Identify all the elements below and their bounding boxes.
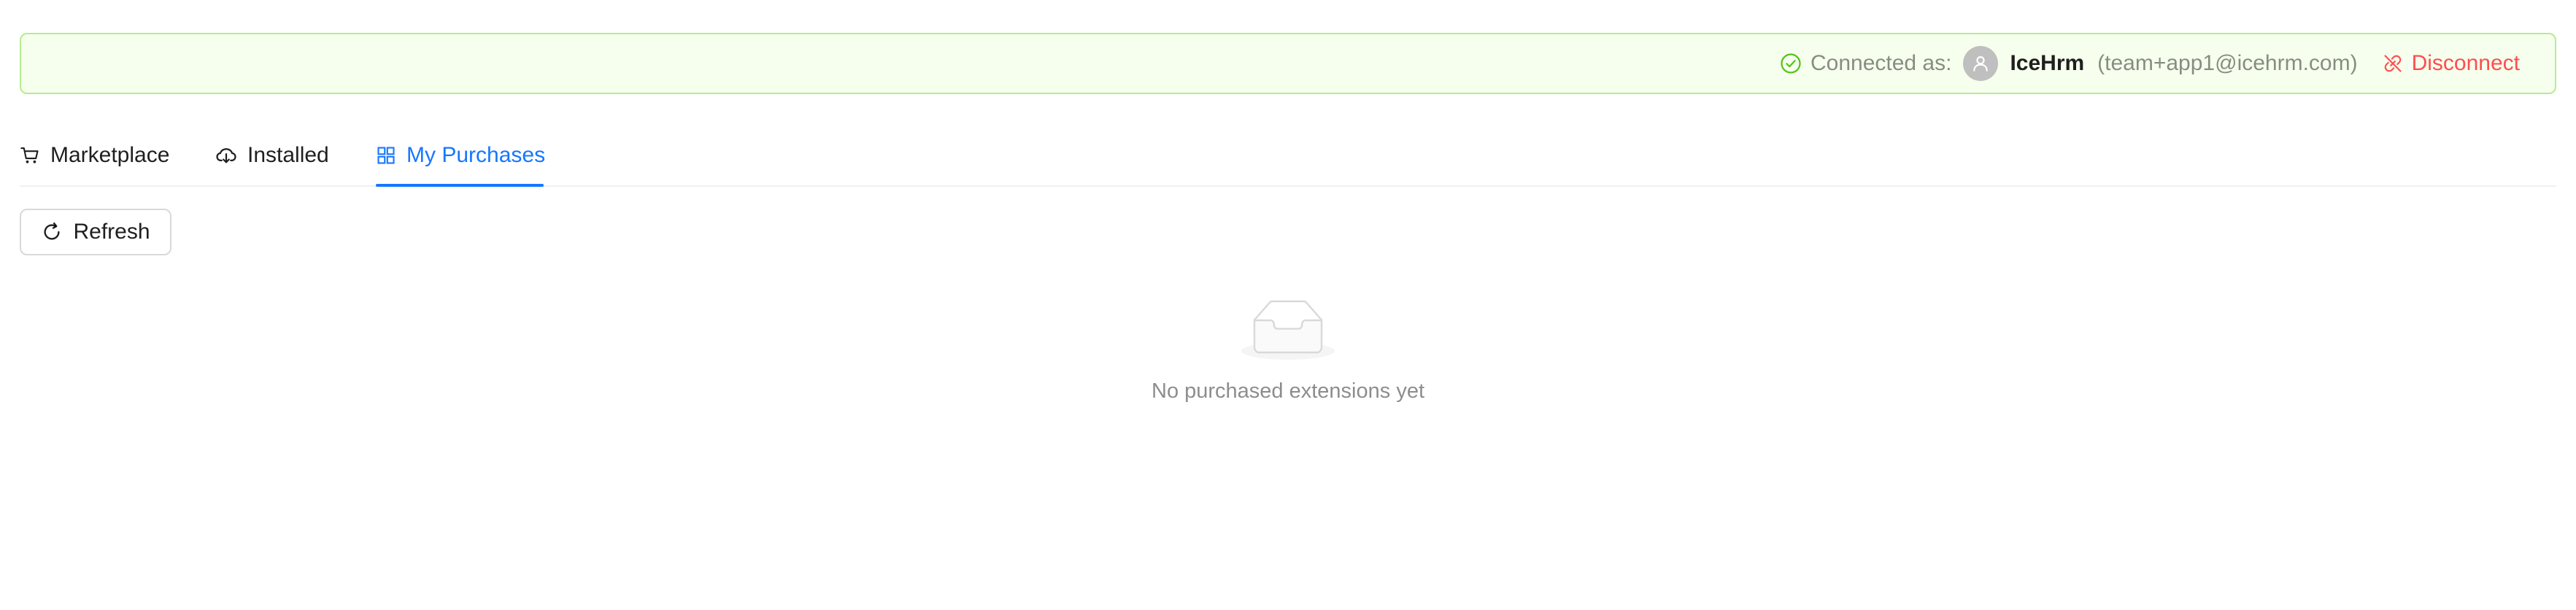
disconnect-icon <box>2384 55 2402 72</box>
shopping-cart-icon <box>20 147 39 163</box>
tab-label: My Purchases <box>406 143 546 167</box>
appstore-icon <box>377 147 395 164</box>
connection-status: Connected as: <box>1780 51 1951 76</box>
cloud-download-icon <box>216 148 236 163</box>
empty-state-message: No purchased extensions yet <box>1152 379 1424 403</box>
connected-user-name: IceHrm <box>2010 51 2085 75</box>
tab-marketplace[interactable]: Marketplace <box>20 124 169 187</box>
connection-banner: Connected as: IceHrm (team+app1@icehrm.c… <box>20 33 2556 94</box>
active-tab-indicator <box>376 184 544 187</box>
disconnect-button[interactable]: Disconnect <box>2383 51 2520 76</box>
extension-tabs: Marketplace Installed My Purchases <box>20 124 2556 187</box>
user-icon <box>1973 56 1989 72</box>
avatar <box>1963 46 1999 81</box>
refresh-label: Refresh <box>73 220 150 244</box>
check-circle-icon <box>1781 53 1801 74</box>
disconnect-label: Disconnect <box>2411 51 2520 75</box>
tab-my-purchases[interactable]: My Purchases <box>376 124 545 187</box>
refresh-button[interactable]: Refresh <box>20 209 171 255</box>
empty-inbox-icon <box>1241 300 1335 360</box>
connected-user-email: (team+app1@icehrm.com) <box>2097 51 2358 75</box>
extensions-page: Connected as: IceHrm (team+app1@icehrm.c… <box>0 0 2576 610</box>
reload-icon <box>44 222 61 240</box>
empty-state: No purchased extensions yet <box>0 299 2576 404</box>
connected-as-label: Connected as: <box>1810 51 1952 75</box>
tab-label: Installed <box>247 143 329 167</box>
tab-label: Marketplace <box>50 143 170 167</box>
tab-installed[interactable]: Installed <box>215 124 329 187</box>
